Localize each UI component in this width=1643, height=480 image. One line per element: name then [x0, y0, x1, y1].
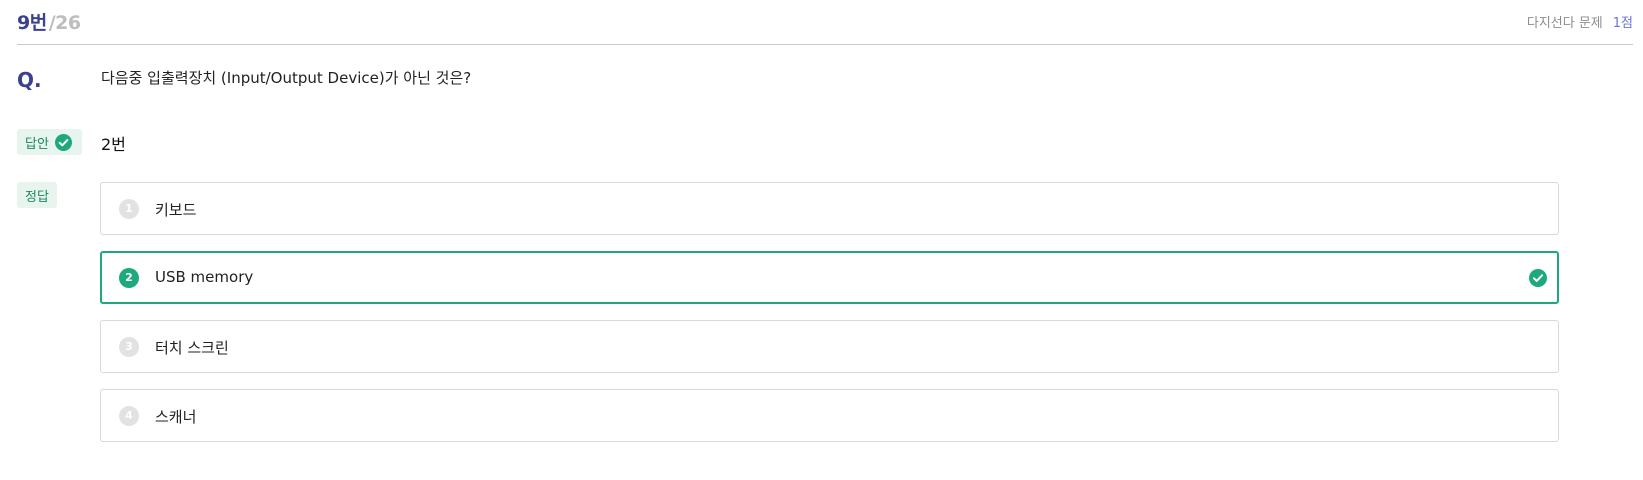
option-number: 4	[119, 406, 139, 426]
question-type: 다지선다 문제	[1526, 16, 1603, 31]
answer-badge: 답안	[17, 129, 82, 155]
question-meta: 다지선다 문제 1점	[1527, 12, 1633, 31]
option-text: 터치 스크린	[155, 339, 229, 357]
correct-badge: 정답	[17, 182, 57, 208]
check-circle-icon	[54, 133, 72, 151]
question-panel: 9번/26 다지선다 문제 1점 Q. 다음중 입출력장치 (Input/Outp…	[17, 0, 1633, 442]
option-3[interactable]: 3 터치 스크린	[100, 320, 1559, 373]
question-text: 다음중 입출력장치 (Input/Output Device)가 아닌 것은?	[101, 69, 472, 87]
option-number: 3	[119, 337, 139, 357]
option-number: 2	[119, 268, 139, 288]
option-1[interactable]: 1 키보드	[100, 182, 1559, 235]
option-text: USB memory	[155, 268, 254, 286]
option-2[interactable]: 2 USB memory	[100, 251, 1559, 304]
question-score: 1점	[1612, 16, 1633, 31]
answer-value: 2번	[101, 135, 126, 154]
question-label: Q.	[17, 68, 42, 92]
question-header: 9번/26 다지선다 문제 1점	[17, 0, 1633, 45]
option-number: 1	[119, 199, 139, 219]
option-text: 키보드	[155, 201, 197, 219]
option-text: 스캐너	[155, 408, 197, 426]
question-total: /26	[48, 12, 81, 34]
check-circle-icon	[1529, 269, 1547, 287]
question-counter: 9번/26	[17, 8, 81, 35]
correct-badge-label: 정답	[25, 189, 49, 205]
question-current: 9번	[17, 12, 47, 34]
answer-badge-label: 답안	[25, 136, 49, 152]
options-list: 1 키보드 2 USB memory 3 터치 스크린 4 스캐너	[100, 182, 1559, 458]
option-4[interactable]: 4 스캐너	[100, 389, 1559, 442]
